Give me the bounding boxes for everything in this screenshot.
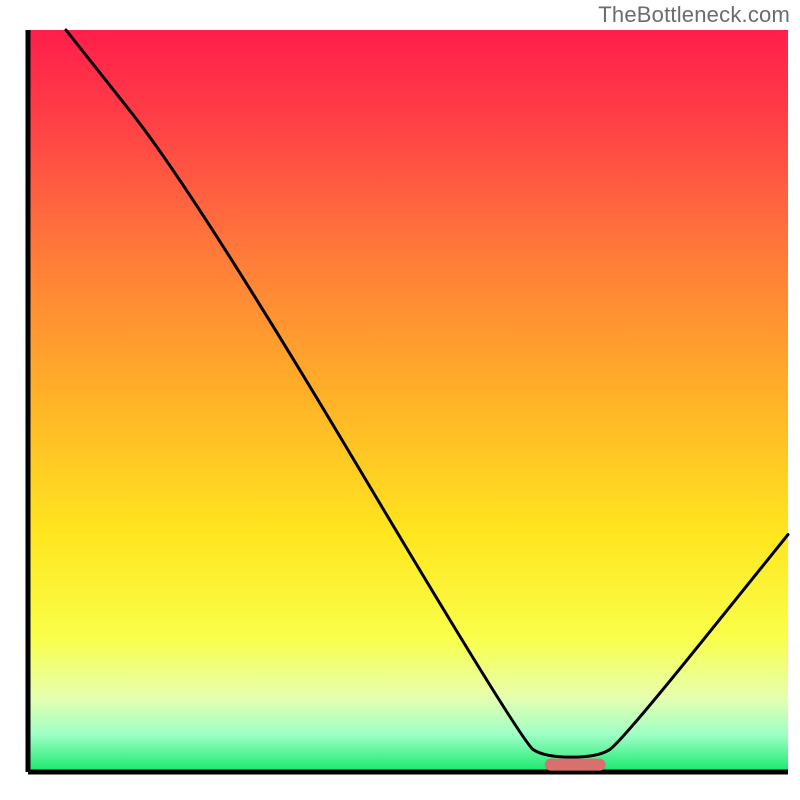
bottleneck-chart [0,0,800,800]
optimal-range-marker [545,759,606,771]
gradient-background [28,30,788,772]
chart-container: TheBottleneck.com [0,0,800,800]
watermark-text: TheBottleneck.com [598,2,790,28]
